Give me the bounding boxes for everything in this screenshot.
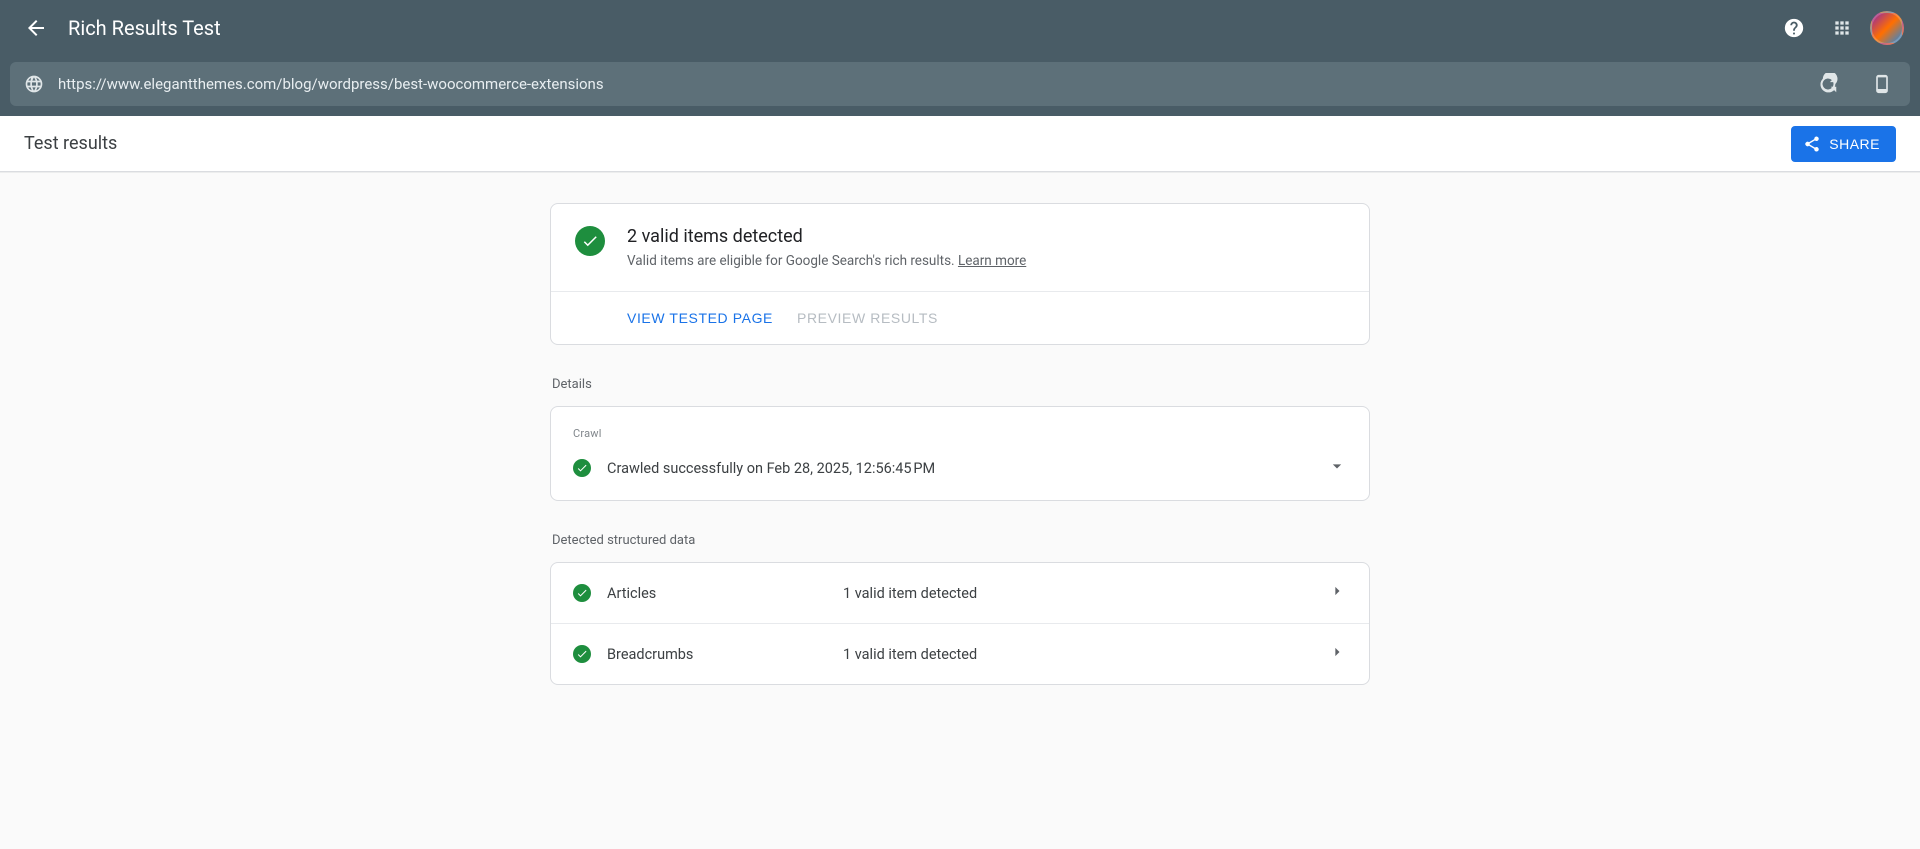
chevron-right-icon xyxy=(1327,642,1347,662)
url-input-wrap: https://www.elegantthemes.com/blog/wordp… xyxy=(10,62,1910,106)
row-count: 1 valid item detected xyxy=(843,585,1311,602)
crawl-heading: Crawl xyxy=(551,407,1369,440)
device-button[interactable] xyxy=(1862,64,1902,104)
app-title: Rich Results Test xyxy=(68,16,221,40)
help-icon xyxy=(1783,17,1805,39)
content-scroll[interactable]: 2 valid items detected Valid items are e… xyxy=(0,172,1920,849)
page-title: Test results xyxy=(24,133,117,154)
row-name: Articles xyxy=(607,585,827,602)
apps-grid-icon xyxy=(1832,18,1852,38)
row-success-icon xyxy=(573,645,591,663)
sub-header: Test results SHARE xyxy=(0,116,1920,172)
share-icon xyxy=(1803,135,1821,153)
account-avatar[interactable] xyxy=(1870,11,1904,45)
chevron-down-icon xyxy=(1327,456,1347,476)
row-expand[interactable] xyxy=(1327,581,1347,605)
app-header: Rich Results Test xyxy=(0,0,1920,56)
structured-data-row-breadcrumbs[interactable]: Breadcrumbs 1 valid item detected xyxy=(551,623,1369,684)
share-button-label: SHARE xyxy=(1829,136,1880,152)
chevron-right-icon xyxy=(1327,581,1347,601)
arrow-back-icon xyxy=(24,16,48,40)
share-button[interactable]: SHARE xyxy=(1791,126,1896,162)
summary-title: 2 valid items detected xyxy=(627,226,1026,247)
row-count: 1 valid item detected xyxy=(843,646,1311,663)
row-expand[interactable] xyxy=(1327,642,1347,666)
globe-icon xyxy=(24,74,44,94)
url-input[interactable]: https://www.elegantthemes.com/blog/wordp… xyxy=(58,75,1794,93)
crawl-success-icon xyxy=(573,459,591,477)
summary-subtitle: Valid items are eligible for Google Sear… xyxy=(627,253,1026,269)
url-bar: https://www.elegantthemes.com/blog/wordp… xyxy=(0,56,1920,116)
success-check-icon xyxy=(575,226,605,256)
back-button[interactable] xyxy=(16,8,56,48)
smartphone-icon xyxy=(1872,74,1892,94)
details-section-label: Details xyxy=(552,377,1370,392)
row-name: Breadcrumbs xyxy=(607,646,827,663)
refresh-icon xyxy=(1817,73,1839,95)
structured-data-row-articles[interactable]: Articles 1 valid item detected xyxy=(551,563,1369,623)
apps-button[interactable] xyxy=(1822,8,1862,48)
preview-results-button: PREVIEW RESULTS xyxy=(797,310,938,326)
summary-card: 2 valid items detected Valid items are e… xyxy=(550,203,1370,345)
expand-toggle[interactable] xyxy=(1327,456,1347,480)
row-success-icon xyxy=(573,584,591,602)
help-button[interactable] xyxy=(1774,8,1814,48)
refresh-button[interactable] xyxy=(1808,64,1848,104)
learn-more-link[interactable]: Learn more xyxy=(958,253,1026,269)
crawl-row[interactable]: Crawled successfully on Feb 28, 2025, 12… xyxy=(551,440,1369,500)
structured-data-card: Articles 1 valid item detected Breadcrum… xyxy=(550,562,1370,685)
view-tested-page-button[interactable]: VIEW TESTED PAGE xyxy=(627,310,773,326)
structured-data-label: Detected structured data xyxy=(552,533,1370,548)
crawl-card: Crawl Crawled successfully on Feb 28, 20… xyxy=(550,406,1370,501)
crawl-message: Crawled successfully on Feb 28, 2025, 12… xyxy=(607,460,1311,477)
